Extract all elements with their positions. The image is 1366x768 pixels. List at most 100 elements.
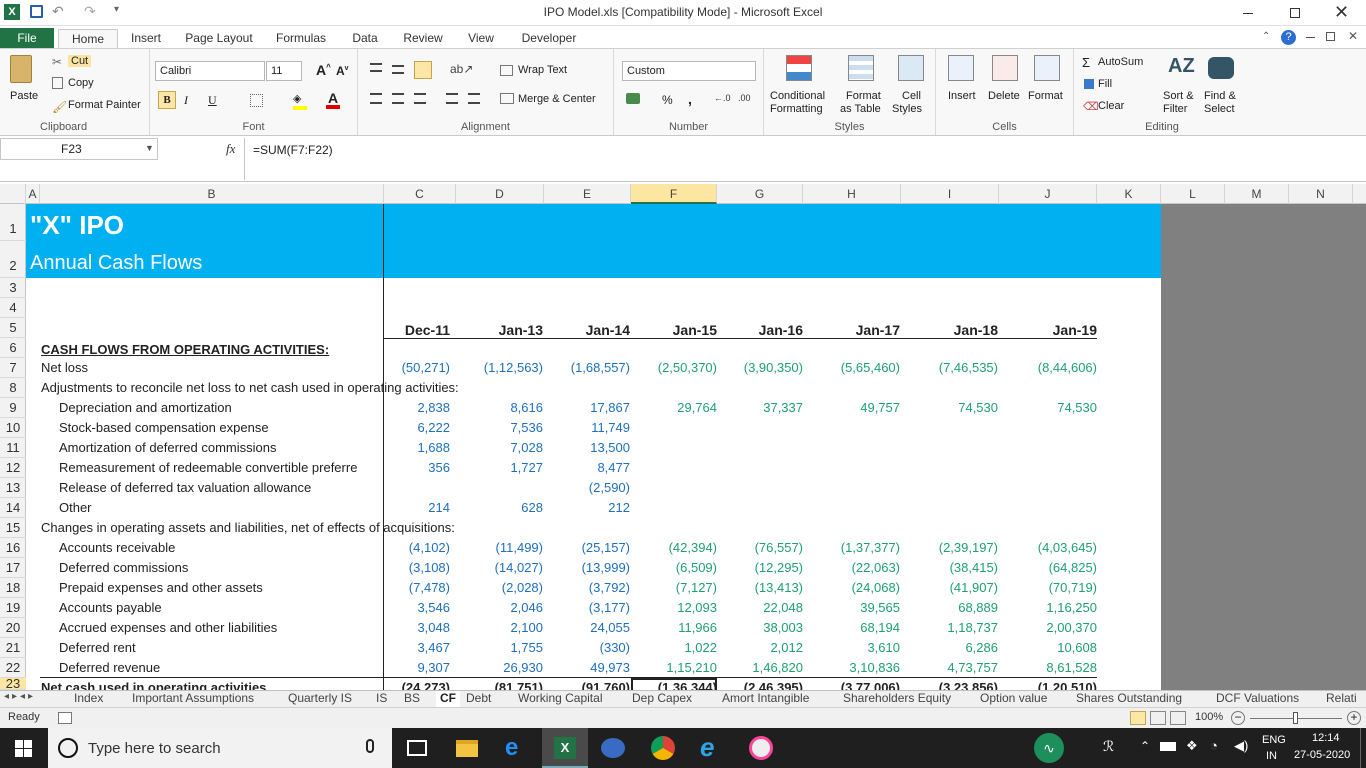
row-header-5[interactable]: 5 — [0, 318, 26, 338]
value-cell[interactable]: (3,792) — [540, 578, 630, 598]
value-cell[interactable]: 3,048 — [360, 618, 450, 638]
cell-styles-line2[interactable]: Styles — [892, 103, 922, 115]
row-header-4[interactable]: 4 — [0, 298, 26, 318]
row-header-7[interactable]: 7 — [0, 358, 26, 378]
normal-view-icon[interactable] — [1130, 711, 1146, 725]
windows-start-icon[interactable] — [15, 740, 32, 757]
value-cell[interactable]: 49,757 — [810, 398, 900, 418]
row-header-11[interactable]: 11 — [0, 438, 26, 458]
shrink-font-icon[interactable]: Av — [336, 64, 349, 78]
tab-scroll-icons[interactable]: ◂▸◂▸ — [4, 691, 36, 702]
find-select-icon[interactable] — [1208, 57, 1234, 79]
value-cell[interactable]: 3,546 — [360, 598, 450, 618]
insert-cells-button[interactable]: Insert — [948, 90, 976, 102]
delete-cells-icon[interactable] — [992, 55, 1018, 81]
value-cell[interactable]: (24,068) — [810, 578, 900, 598]
sheet-tab[interactable]: CF — [436, 691, 460, 707]
italic-button[interactable]: I — [184, 93, 188, 108]
value-cell[interactable]: 1,688 — [360, 438, 450, 458]
accounting-format-icon[interactable] — [626, 93, 640, 104]
value-cell[interactable]: 37,337 — [713, 398, 803, 418]
value-cell[interactable]: 74,530 — [1007, 398, 1097, 418]
wrap-text-button[interactable]: Wrap Text — [518, 64, 567, 76]
align-bottom-icon[interactable] — [414, 61, 432, 79]
close-icon[interactable]: ✕ — [1334, 2, 1349, 23]
value-cell[interactable]: 8,61,528 — [1007, 658, 1097, 678]
tab-file[interactable]: File — [0, 28, 54, 49]
row-header-10[interactable]: 10 — [0, 418, 26, 438]
copy-button[interactable]: Copy — [68, 77, 94, 89]
workbook-restore-icon[interactable] — [1326, 32, 1335, 41]
conditional-formatting-line1[interactable]: Conditional — [770, 90, 825, 102]
value-cell[interactable]: 8,616 — [453, 398, 543, 418]
comma-button[interactable]: , — [688, 91, 692, 107]
value-cell[interactable]: (1,68,557) — [540, 358, 630, 378]
value-cell[interactable]: 3,10,836 — [810, 658, 900, 678]
bold-button[interactable]: B — [158, 91, 176, 109]
select-all-corner[interactable] — [0, 184, 26, 204]
conditional-formatting-icon[interactable] — [786, 55, 812, 81]
value-cell[interactable]: 2,838 — [360, 398, 450, 418]
tab-insert[interactable]: Insert — [124, 29, 168, 48]
increase-indent-icon[interactable] — [468, 93, 480, 104]
row-header-18[interactable]: 18 — [0, 578, 26, 598]
paste-button[interactable]: Paste — [10, 90, 38, 102]
decrease-decimal-icon[interactable]: .00 — [738, 93, 751, 103]
row-label[interactable]: Accrued expenses and other liabilities — [59, 618, 277, 638]
value-cell[interactable]: (76,557) — [713, 538, 803, 558]
value-cell[interactable]: (8,44,606) — [1007, 358, 1097, 378]
find-select-line1[interactable]: Find & — [1204, 90, 1236, 102]
format-as-table-line1[interactable]: Format — [846, 90, 881, 102]
value-cell[interactable]: (13,413) — [713, 578, 803, 598]
row-label[interactable]: Deferred revenue — [59, 658, 160, 678]
value-cell[interactable]: (12,295) — [713, 558, 803, 578]
value-cell[interactable]: (5,65,460) — [810, 358, 900, 378]
workbook-minimize-icon[interactable] — [1306, 37, 1315, 38]
macro-record-icon[interactable] — [58, 712, 72, 724]
value-cell[interactable]: (6,509) — [627, 558, 717, 578]
row-label[interactable]: Prepaid expenses and other assets — [59, 578, 263, 598]
section-title[interactable]: CASH FLOWS FROM OPERATING ACTIVITIES: — [41, 340, 329, 360]
value-cell[interactable]: 4,73,757 — [908, 658, 998, 678]
value-cell[interactable]: 6,222 — [360, 418, 450, 438]
value-cell[interactable]: (4,102) — [360, 538, 450, 558]
value-cell[interactable]: 49,973 — [540, 658, 630, 678]
autosum-button[interactable]: AutoSum — [1098, 56, 1143, 68]
align-middle-icon[interactable] — [392, 65, 404, 74]
value-cell[interactable]: 628 — [453, 498, 543, 518]
value-cell[interactable]: 2,100 — [453, 618, 543, 638]
sheet-tab[interactable]: IS — [376, 691, 387, 707]
date-header[interactable]: Jan-14 — [550, 320, 630, 340]
row-header-16[interactable]: 16 — [0, 538, 26, 558]
value-cell[interactable]: 74,530 — [908, 398, 998, 418]
name-box[interactable]: F23 — [0, 138, 158, 160]
chat-icon[interactable] — [601, 738, 625, 758]
fill-button[interactable]: Fill — [1098, 78, 1112, 90]
col-header-f[interactable]: F — [631, 184, 717, 204]
merge-center-button[interactable]: Merge & Center — [518, 93, 596, 105]
value-cell[interactable]: (64,825) — [1007, 558, 1097, 578]
delete-cells-button[interactable]: Delete — [988, 90, 1020, 102]
battery-icon[interactable] — [1160, 742, 1176, 751]
format-as-table-icon[interactable] — [848, 55, 874, 81]
value-cell[interactable]: 212 — [540, 498, 630, 518]
col-header-m[interactable]: M — [1225, 184, 1289, 204]
value-cell[interactable]: 39,565 — [810, 598, 900, 618]
row-label[interactable]: Stock-based compensation expense — [59, 418, 269, 438]
row-header-13[interactable]: 13 — [0, 478, 26, 498]
show-desktop-strip[interactable] — [1360, 728, 1361, 768]
language-line1[interactable]: ENG — [1262, 734, 1286, 746]
value-cell[interactable]: 1,727 — [453, 458, 543, 478]
row-header-6[interactable]: 6 — [0, 338, 26, 358]
value-cell[interactable]: 11,749 — [540, 418, 630, 438]
conditional-formatting-line2[interactable]: Formatting — [770, 103, 823, 115]
row-header-3[interactable]: 3 — [0, 278, 26, 298]
value-cell[interactable]: (3,23,856) — [908, 678, 998, 690]
value-cell[interactable]: (7,478) — [360, 578, 450, 598]
row-label[interactable]: Net loss — [41, 358, 88, 378]
col-header-k[interactable]: K — [1097, 184, 1161, 204]
wifi-icon[interactable]: ◔ — [1210, 738, 1218, 753]
value-cell[interactable]: (11,499) — [453, 538, 543, 558]
col-header-h[interactable]: H — [803, 184, 901, 204]
row-label[interactable]: Depreciation and amortization — [59, 398, 232, 418]
